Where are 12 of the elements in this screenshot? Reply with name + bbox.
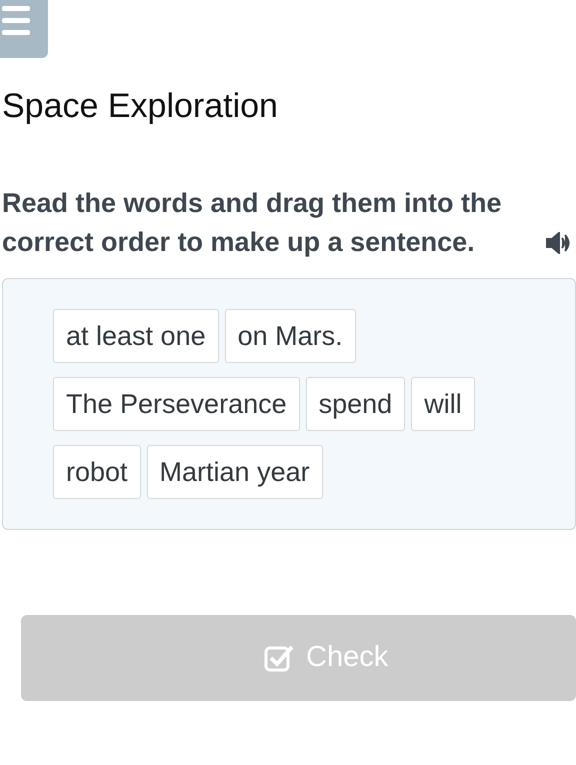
word-tile[interactable]: The Perseverance xyxy=(53,377,300,431)
page-title: Space Exploration xyxy=(2,86,278,127)
word-tile[interactable]: at least one xyxy=(53,309,219,363)
word-tile[interactable]: spend xyxy=(306,377,406,431)
checkbox-icon xyxy=(264,644,294,672)
word-tile[interactable]: on Mars. xyxy=(224,309,356,363)
instruction-text: Read the words and drag them into the correct order to make up a sentence. xyxy=(2,187,503,259)
word-tile[interactable]: will xyxy=(411,377,475,431)
menu-icon xyxy=(2,6,30,36)
word-tile[interactable]: Martian year xyxy=(146,445,323,499)
word-tile[interactable]: robot xyxy=(53,445,141,499)
speaker-icon[interactable] xyxy=(546,232,572,254)
